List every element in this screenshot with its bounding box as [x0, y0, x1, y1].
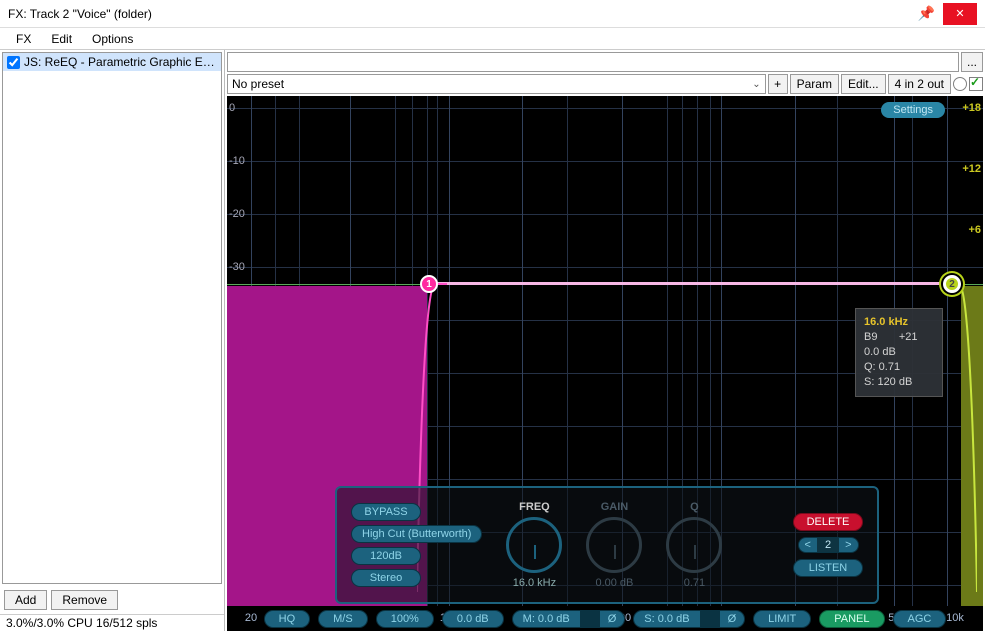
bypass-button[interactable]: BYPASS: [351, 503, 421, 521]
menu-edit[interactable]: Edit: [41, 30, 82, 48]
fx-list[interactable]: JS: ReEQ - Parametric Graphic Equali...: [2, 52, 222, 584]
global-gain-button[interactable]: 0.0 dB: [442, 610, 504, 628]
panel-button[interactable]: PANEL: [819, 610, 884, 628]
scale-button[interactable]: 100%: [376, 610, 434, 628]
stereo-button[interactable]: Stereo: [351, 569, 421, 587]
band-tooltip: 16.0 kHz B9 +21 0.0 dB Q: 0.71 S: 120 dB: [855, 308, 943, 397]
bottom-toolbar: HQ M/S 100% 0.0 dB M: 0.0 dBØ S: 0.0 dBØ…: [227, 606, 983, 631]
pin-icon[interactable]: 📌: [918, 5, 935, 22]
comment-input[interactable]: [227, 52, 959, 72]
band-node-2[interactable]: 2: [943, 275, 961, 293]
fx-name: JS: ReEQ - Parametric Graphic Equali...: [24, 55, 217, 69]
cpu-status: 3.0%/3.0% CPU 16/512 spls: [0, 614, 224, 631]
band-panel: BYPASS High Cut (Butterworth) 120dB Ster…: [335, 486, 879, 604]
offline-toggle[interactable]: [953, 77, 967, 91]
menu-options[interactable]: Options: [82, 30, 143, 48]
remove-button[interactable]: Remove: [51, 590, 118, 610]
menubar: FX Edit Options: [0, 28, 985, 50]
agc-button[interactable]: AGC: [893, 610, 947, 628]
freq-knob[interactable]: .knob:nth-of-type(1)::after{transform:ro…: [506, 517, 562, 573]
preset-value: No preset: [232, 77, 284, 91]
band-selector[interactable]: < 2 >: [798, 537, 859, 553]
hq-button[interactable]: HQ: [264, 610, 311, 628]
next-band-icon[interactable]: >: [839, 538, 857, 552]
param-button[interactable]: Param: [790, 74, 839, 94]
fx-menu-button[interactable]: ...: [961, 52, 983, 72]
filter-type-button[interactable]: High Cut (Butterworth): [351, 525, 482, 543]
q-knob[interactable]: [666, 517, 722, 573]
add-button[interactable]: Add: [4, 590, 47, 610]
chevron-down-icon: ⌄: [752, 79, 760, 90]
ms-button[interactable]: M/S: [318, 610, 368, 628]
gain-knob[interactable]: [586, 517, 642, 573]
side-gain-button[interactable]: S: 0.0 dBØ: [633, 610, 745, 628]
prev-band-icon[interactable]: <: [799, 538, 817, 552]
eq-curve: [429, 282, 959, 285]
gain-knob-group: GAIN 0.00 dB: [586, 501, 642, 589]
preset-dropdown[interactable]: No preset ⌄: [227, 74, 766, 94]
fx-list-item[interactable]: JS: ReEQ - Parametric Graphic Equali...: [3, 53, 221, 71]
freq-knob-group: FREQ .knob:nth-of-type(1)::after{transfo…: [506, 501, 562, 589]
eq-display[interactable]: 0 -10 -20 -30 -40 -50 -60 -70 -80 +18 +1…: [227, 96, 983, 631]
q-knob-group: Q 0.71: [666, 501, 722, 589]
limit-button[interactable]: LIMIT: [753, 610, 811, 628]
slope-button[interactable]: 120dB: [351, 547, 421, 565]
settings-button[interactable]: Settings: [881, 102, 945, 118]
band-node-1[interactable]: 1: [420, 275, 438, 293]
delete-button[interactable]: DELETE: [793, 513, 863, 531]
band2-edge: [947, 282, 977, 592]
close-button[interactable]: ✕: [943, 3, 977, 25]
fx-enable-checkbox[interactable]: [7, 56, 20, 69]
mid-gain-button[interactable]: M: 0.0 dBØ: [512, 610, 626, 628]
edit-button[interactable]: Edit...: [841, 74, 886, 94]
menu-fx[interactable]: FX: [6, 30, 41, 48]
titlebar: FX: Track 2 "Voice" (folder) 📌 ✕: [0, 0, 985, 28]
listen-button[interactable]: LISTEN: [793, 559, 863, 577]
routing-button[interactable]: 4 in 2 out: [888, 74, 951, 94]
fx-sidebar: JS: ReEQ - Parametric Graphic Equali... …: [0, 50, 225, 631]
band-number: 2: [817, 538, 839, 552]
preset-add-button[interactable]: +: [768, 74, 788, 94]
window-title: FX: Track 2 "Voice" (folder): [8, 7, 918, 21]
bypass-checkbox[interactable]: [969, 77, 983, 91]
